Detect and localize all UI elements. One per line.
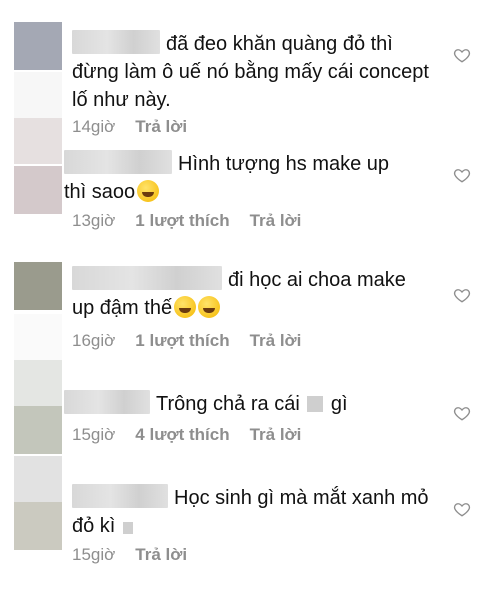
avatar-shadow [14,72,62,118]
redacted-word [307,396,324,412]
comment-meta: 16giờ 1 lượt thích Trả lời [72,330,301,352]
comment-meta: 15giờ 4 lượt thích Trả lời [72,424,301,446]
username-redacted[interactable] [72,484,168,508]
like-count[interactable]: 1 lượt thích [135,210,229,232]
comment-time: 14giờ [72,117,116,136]
username-redacted[interactable] [72,266,222,290]
like-heart-icon[interactable] [453,286,471,304]
avatar-shadow [14,314,62,360]
reply-button[interactable]: Trả lời [250,424,302,446]
comment-text: Hình tượng hs make up thì saoo [64,150,414,206]
like-heart-icon[interactable] [453,46,471,64]
like-heart-icon[interactable] [453,500,471,518]
crying-emoji-icon [137,180,160,202]
comment-text: đi học ai choa make up đậm thế [72,266,422,322]
laughing-emoji-icon [198,296,221,318]
avatar-shadow [14,118,62,164]
comment-time: 15giờ [72,545,116,564]
username-redacted[interactable] [64,150,172,174]
reply-button[interactable]: Trả lời [250,330,302,352]
avatar[interactable] [14,262,62,310]
comment-text: Trông chả ra cái gì [64,390,424,418]
like-heart-icon[interactable] [453,166,471,184]
avatar[interactable] [14,166,62,214]
comment-meta: 13giờ 1 lượt thích Trả lời [72,210,301,232]
comment-text: đã đeo khăn quàng đỏ thì đừng làm ô uế n… [72,30,432,114]
like-count[interactable]: 1 lượt thích [135,330,229,352]
laughing-emoji-icon [174,296,197,318]
reply-button[interactable]: Trả lời [135,116,187,138]
avatar[interactable] [14,502,62,550]
redacted-emoji [122,522,133,534]
comment-time: 16giờ [72,331,116,350]
avatar[interactable] [14,406,62,454]
username-redacted[interactable] [72,30,160,54]
reply-button[interactable]: Trả lời [135,544,187,566]
avatar[interactable] [14,22,62,70]
username-redacted[interactable] [64,390,150,414]
comment-time: 13giờ [72,211,116,230]
comment-meta: 14giờ Trả lời [72,116,187,138]
avatar-shadow [14,456,62,502]
like-count[interactable]: 4 lượt thích [135,424,229,446]
comment-meta: 15giờ Trả lời [72,544,187,566]
like-heart-icon[interactable] [453,404,471,422]
avatar-shadow [14,360,62,406]
comment-text: Học sinh gì mà mắt xanh mỏ đỏ kì [72,484,432,540]
reply-button[interactable]: Trả lời [250,210,302,232]
comment-time: 15giờ [72,425,116,444]
